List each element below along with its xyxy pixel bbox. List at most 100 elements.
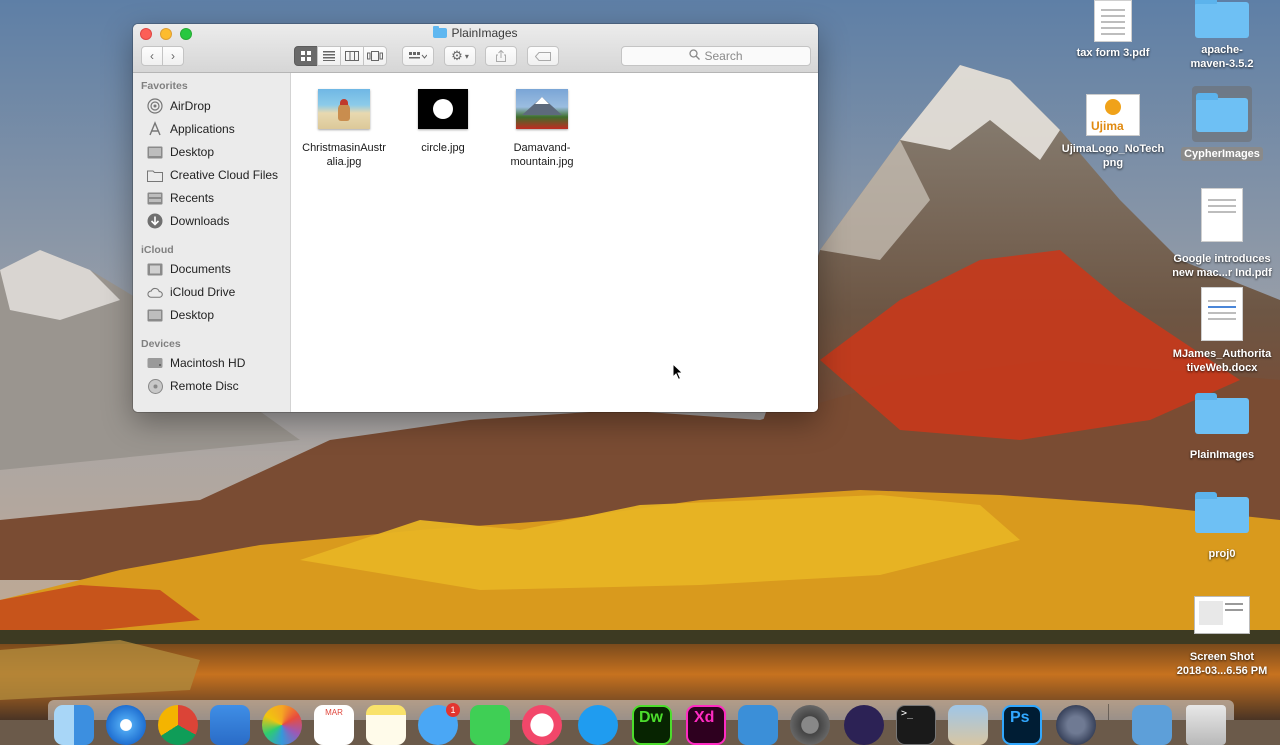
back-button[interactable]: ‹	[141, 46, 163, 66]
column-view-icon	[345, 51, 359, 61]
black-circle-thumbnail	[418, 89, 468, 129]
messages-dock-icon[interactable]: 1	[418, 703, 460, 745]
sidebar-item-documents[interactable]: Documents	[147, 259, 231, 279]
app-abbrev: Dw	[639, 709, 663, 726]
documents-icon	[147, 262, 163, 276]
desktop-item[interactable]: tax form 3.pdf	[1058, 0, 1168, 60]
tag-icon	[535, 51, 551, 61]
desktop-item[interactable]: Ujima UjimaLogo_NoTech png	[1058, 94, 1168, 170]
action-button[interactable]: ⚙ ▾	[444, 46, 476, 66]
file-name-line: circle.jpg	[421, 142, 465, 154]
sidebar-item-creative-cloud-files[interactable]: Creative Cloud Files	[147, 165, 278, 185]
window-titlebar[interactable]: PlainImages ‹ › ⚙ ▾ Search	[133, 24, 818, 73]
search-field[interactable]: Search	[621, 46, 811, 66]
dreamweaver-dock-icon[interactable]: Dw	[632, 705, 672, 745]
terminal-prompt-icon: >_	[901, 708, 914, 719]
downloads-stack-dock-icon[interactable]	[1132, 705, 1172, 745]
arrange-button[interactable]	[402, 46, 434, 66]
photos-dock-icon[interactable]	[262, 705, 302, 745]
safari-dock-icon[interactable]	[106, 705, 146, 745]
folder-icon	[433, 26, 448, 38]
share-button[interactable]	[485, 46, 517, 66]
icon-view-button[interactable]	[294, 46, 318, 66]
sidebar-item-recents[interactable]: Recents	[147, 188, 214, 208]
sidebar-item-label: Desktop	[170, 308, 215, 322]
cover-flow-button[interactable]	[363, 46, 387, 66]
desktop-item-label: apache-	[1201, 44, 1243, 56]
sidebar-item-remote-disc[interactable]: Remote Disc	[147, 376, 239, 396]
desktop-item[interactable]: apache- maven-3.5.2	[1167, 0, 1277, 71]
desktop-item[interactable]: proj0	[1167, 492, 1277, 561]
calendar-dock-icon[interactable]: MAR	[314, 705, 354, 745]
desktop-item[interactable]: PlainImages	[1167, 393, 1277, 462]
sidebar-item-label: Creative Cloud Files	[170, 168, 279, 182]
desktop-item[interactable]: Google introduces new mac...r Ind.pdf	[1167, 188, 1277, 280]
desktop-item-label: 2018-03...6.56 PM	[1176, 665, 1268, 677]
itunes-dock-icon[interactable]	[522, 705, 562, 745]
file-name: circle.jpg	[398, 141, 488, 155]
desktop-item-label: UjimaLogo_NoTech	[1061, 143, 1165, 155]
desktop-item-label: new mac...r Ind.pdf	[1172, 267, 1272, 279]
file-item[interactable]: ChristmasinAustr alia.jpg	[299, 89, 389, 169]
sidebar-item-desktop[interactable]: Desktop	[147, 142, 214, 162]
sidebar-item-downloads[interactable]: Downloads	[147, 211, 229, 231]
folder-icon	[1195, 492, 1249, 533]
chrome-dock-icon[interactable]	[158, 705, 198, 745]
sidebar-item-label: Recents	[170, 191, 215, 205]
desktop-item-label: proj0	[1208, 548, 1236, 560]
xd-dock-icon[interactable]: Xd	[686, 705, 726, 745]
notification-badge: 1	[446, 703, 460, 717]
disc-icon	[147, 378, 163, 394]
file-name-line: Damavand-	[513, 142, 571, 154]
eclipse-dock-icon[interactable]	[844, 705, 884, 745]
desktop-icon	[147, 308, 163, 322]
file-name: Damavand- mountain.jpg	[497, 141, 587, 169]
photoshop-dock-icon[interactable]: Ps	[1002, 705, 1042, 745]
list-view-button[interactable]	[317, 46, 341, 66]
file-name: ChristmasinAustr alia.jpg	[299, 141, 389, 169]
mouse-pointer-icon	[672, 363, 684, 381]
finder-dock-icon[interactable]	[54, 705, 94, 745]
folder-icon	[1195, 0, 1249, 38]
system-preferences-dock-icon[interactable]	[790, 705, 830, 745]
sidebar-item-label: Applications	[170, 122, 235, 136]
column-view-button[interactable]	[340, 46, 364, 66]
icon-view-icon	[301, 51, 311, 61]
desktop-item[interactable]: MJames_Authorita tiveWeb.docx	[1167, 287, 1277, 375]
file-item[interactable]: circle.jpg	[398, 89, 488, 155]
sidebar-heading-devices: Devices	[141, 338, 181, 350]
finder-window[interactable]: PlainImages ‹ › ⚙ ▾ Search Favorites Air…	[133, 24, 818, 412]
file-browser-content[interactable]: ChristmasinAustr alia.jpg circle.jpg Dam…	[291, 73, 818, 412]
chevron-left-icon: ‹	[150, 49, 154, 63]
file-name-line: mountain.jpg	[510, 156, 574, 168]
trash-dock-icon[interactable]	[1186, 705, 1226, 745]
sidebar-item-applications[interactable]: Applications	[147, 119, 235, 139]
terminal-dock-icon[interactable]: >_	[896, 705, 936, 745]
quicktime-dock-icon[interactable]	[1056, 705, 1096, 745]
forward-button[interactable]: ›	[162, 46, 184, 66]
sidebar-item-macintosh-hd[interactable]: Macintosh HD	[147, 353, 245, 373]
notes-dock-icon[interactable]	[366, 705, 406, 745]
sidebar-item-label: Desktop	[170, 145, 215, 159]
cloud-icon	[147, 285, 163, 299]
file-item[interactable]: Damavand- mountain.jpg	[497, 89, 587, 169]
sidebar-item-icloud-desktop[interactable]: Desktop	[147, 305, 214, 325]
chevron-down-icon: ▾	[464, 51, 469, 61]
facetime-dock-icon[interactable]	[470, 705, 510, 745]
app-store-dock-icon[interactable]	[578, 705, 618, 745]
desktop-item[interactable]: Screen Shot 2018-03...6.56 PM	[1167, 596, 1277, 678]
desktop-item-label: CypherImages	[1181, 147, 1263, 161]
sidebar-item-icloud-drive[interactable]: iCloud Drive	[147, 282, 235, 302]
app-abbrev: Xd	[694, 709, 715, 726]
preview-dock-icon[interactable]	[948, 705, 988, 745]
desktop-item-selected[interactable]: CypherImages	[1167, 86, 1277, 162]
mail-dock-icon[interactable]	[210, 705, 250, 745]
xcode-dock-icon[interactable]	[738, 705, 778, 745]
tag-button[interactable]	[527, 46, 559, 66]
sidebar-item-airdrop[interactable]: AirDrop	[147, 96, 211, 116]
desktop-item-label: tax form 3.pdf	[1076, 47, 1150, 59]
sidebar: Favorites AirDrop Applications Desktop C…	[133, 73, 291, 412]
sidebar-item-label: iCloud Drive	[170, 285, 236, 299]
desktop-item-label: Google introduces	[1173, 253, 1271, 265]
file-name-line: ChristmasinAustr	[302, 142, 386, 154]
